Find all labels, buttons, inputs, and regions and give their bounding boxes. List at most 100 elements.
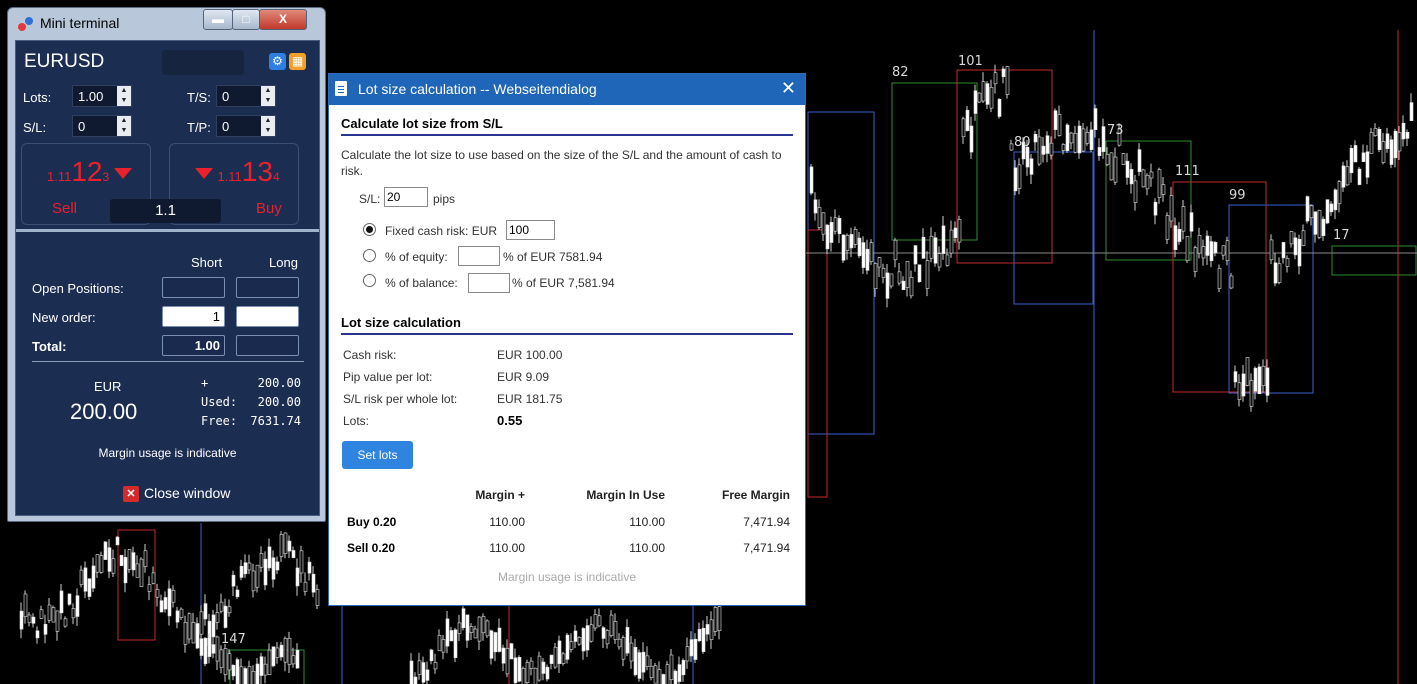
candle-body — [473, 628, 478, 639]
equity-input[interactable] — [458, 246, 500, 266]
candle-body — [705, 624, 710, 635]
candle-body — [929, 235, 934, 259]
candle-body — [1169, 195, 1174, 222]
candle-body — [833, 217, 838, 232]
candle-body — [513, 657, 518, 684]
candle-body — [247, 562, 252, 571]
buy-label: Buy — [256, 200, 282, 217]
candle-body — [39, 609, 44, 619]
balance-radio[interactable] — [363, 274, 376, 287]
calculator-icon[interactable]: ▦ — [289, 53, 306, 70]
candle-body — [1121, 153, 1126, 165]
candle-body — [1405, 131, 1410, 139]
candle-body — [421, 662, 426, 683]
lots-value: 1.00 — [78, 89, 104, 104]
candle-body — [517, 656, 522, 682]
symbol-info-box — [162, 50, 244, 75]
candle-body — [279, 644, 284, 658]
minimize-button[interactable]: ▬ — [203, 9, 233, 30]
candle-body — [219, 601, 224, 612]
buy-row-label: Buy 0.20 — [347, 515, 397, 529]
close-window-button[interactable]: X — [259, 9, 307, 30]
dialog-close-button[interactable]: ✕ — [781, 78, 796, 99]
spread-display: 1.1 — [110, 199, 221, 223]
title-bar[interactable]: Mini terminal ▬ □ X — [8, 8, 325, 38]
spinner-arrows-icon[interactable]: ▲ ▼ — [117, 116, 131, 136]
sl-spinner[interactable]: 0 ▲ ▼ — [72, 115, 132, 137]
candle-body — [669, 654, 674, 680]
candle-body — [1373, 127, 1378, 136]
spinner-arrows-icon[interactable]: ▲ ▼ — [117, 86, 131, 106]
candle-body — [933, 237, 938, 264]
candle-body — [103, 541, 108, 560]
set-lots-button[interactable]: Set lots — [342, 441, 413, 469]
close-window-link[interactable]: ✕ Close window — [123, 485, 230, 502]
symbol-name[interactable]: EURUSD — [24, 51, 104, 73]
settings-gear-icon[interactable]: ⚙ — [269, 53, 286, 70]
candle-body — [59, 590, 64, 614]
new-order-long-input[interactable] — [236, 306, 299, 327]
candle-body — [609, 614, 614, 636]
candle-body — [549, 654, 554, 664]
candle-body — [1253, 367, 1258, 392]
candle-body — [1313, 211, 1318, 235]
candle-body — [481, 616, 486, 634]
candle-body — [251, 570, 256, 592]
candle-body — [63, 618, 68, 627]
balance-input[interactable] — [468, 273, 510, 293]
level-label: 111 — [1175, 164, 1200, 179]
sell-margin-plus: 110.00 — [489, 541, 525, 555]
fixed-cash-radio[interactable] — [363, 223, 376, 236]
equity-radio[interactable] — [363, 249, 376, 262]
candle-body — [31, 616, 36, 624]
candle-body — [19, 610, 24, 630]
lots-spinner[interactable]: 1.00 ▲ ▼ — [72, 85, 132, 107]
candle-body — [1161, 184, 1166, 195]
section-heading: Lot size calculation — [341, 315, 793, 335]
fixed-cash-input[interactable]: 100 — [506, 220, 555, 240]
ts-label: T/S: — [187, 90, 211, 105]
candle-body — [1025, 146, 1030, 168]
candle-body — [533, 667, 538, 684]
candle-body — [1137, 149, 1142, 172]
margin-amount: 200.00 — [70, 399, 138, 424]
tp-spinner[interactable]: 0 ▲ ▼ — [216, 115, 276, 137]
ts-spinner[interactable]: 0 ▲ ▼ — [216, 85, 276, 107]
candle-body — [557, 640, 562, 664]
candle-body — [629, 642, 634, 662]
candle-body — [191, 622, 196, 644]
candle-body — [183, 621, 188, 645]
new-order-short-input[interactable]: 1 — [162, 306, 225, 327]
candle-body — [1033, 133, 1038, 143]
spinner-arrows-icon[interactable]: ▲ ▼ — [261, 116, 275, 136]
candle-body — [917, 264, 922, 283]
candle-body — [457, 622, 462, 634]
candle-body — [893, 239, 898, 261]
margin-note: Margin usage is indicative — [98, 446, 237, 460]
candle-body — [845, 235, 850, 251]
spinner-arrows-icon[interactable]: ▲ ▼ — [261, 86, 275, 106]
plus-label: + — [201, 376, 209, 390]
candle-body — [949, 229, 954, 254]
table-header-free-margin: Free Margin — [721, 488, 790, 502]
candle-body — [697, 628, 702, 642]
document-icon — [335, 81, 347, 96]
sl-input[interactable]: 20 — [384, 187, 428, 207]
candle-body — [1097, 147, 1102, 157]
candle-body — [1353, 145, 1358, 163]
close-icon: ✕ — [123, 486, 139, 502]
plus-value: 200.00 — [257, 376, 301, 390]
candle-body — [525, 662, 530, 683]
dialog-title-bar[interactable]: Lot size calculation -- Webseitendialog … — [329, 74, 805, 105]
total-long — [236, 335, 299, 356]
candle-body — [593, 614, 598, 629]
level-label: 99 — [1229, 188, 1246, 203]
candle-body — [1109, 152, 1114, 181]
candle-body — [1261, 365, 1266, 387]
buy-margin-plus: 110.00 — [489, 515, 525, 529]
candle-body — [985, 83, 990, 105]
maximize-button[interactable]: □ — [232, 9, 260, 30]
candle-body — [1221, 245, 1226, 256]
candle-body — [965, 109, 970, 132]
buy-price: 1.11134 — [195, 156, 280, 188]
